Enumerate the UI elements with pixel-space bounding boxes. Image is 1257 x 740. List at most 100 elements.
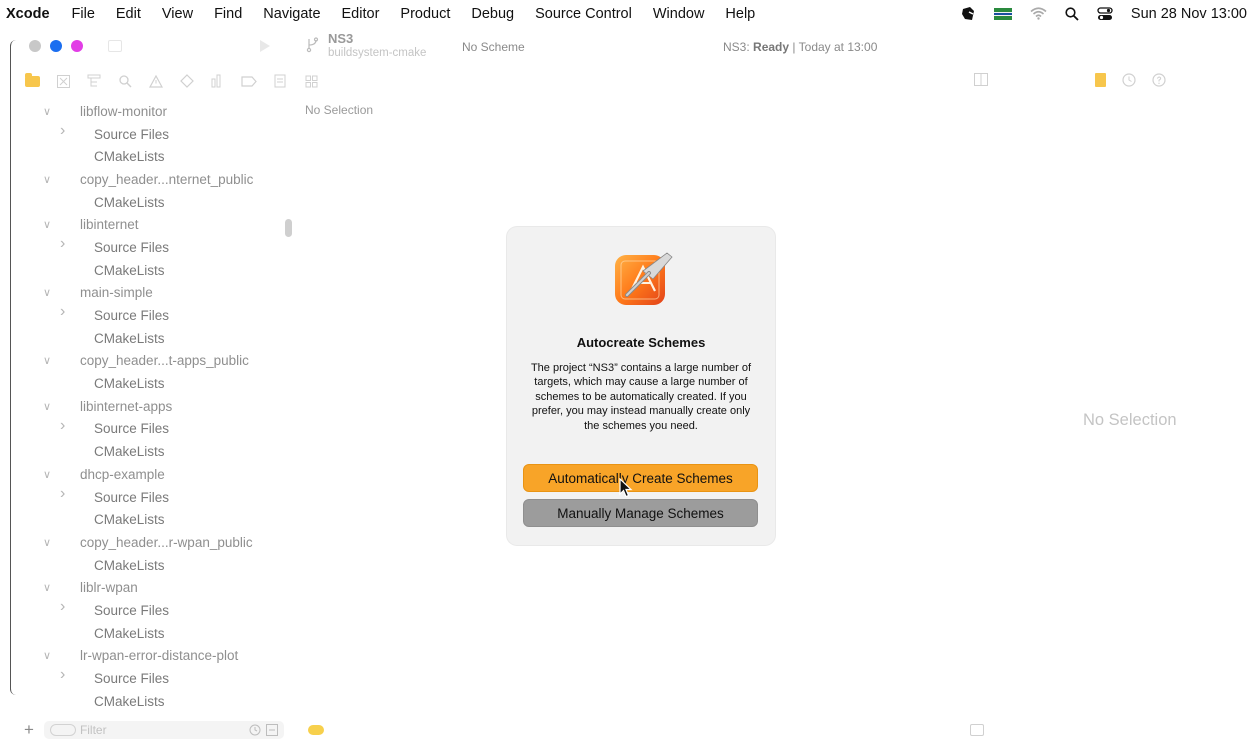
status-menus: Sun 28 Nov 13:00 bbox=[960, 0, 1247, 27]
tree-item-row[interactable]: CMakeLists bbox=[24, 327, 294, 350]
chevron-down-icon[interactable]: ∨ bbox=[43, 286, 51, 299]
issues-indicator[interactable] bbox=[308, 725, 324, 735]
menu-app-name[interactable]: Xcode bbox=[6, 6, 50, 22]
tree-item-row[interactable]: › Source Files bbox=[24, 666, 294, 690]
manually-manage-schemes-button[interactable]: Manually Manage Schemes bbox=[523, 499, 758, 527]
tree-group-row[interactable]: ∨ dhcp-example bbox=[24, 463, 294, 486]
debug-navigator-tab[interactable] bbox=[210, 73, 226, 89]
chevron-right-icon[interactable]: › bbox=[60, 235, 65, 253]
add-file-button[interactable]: + bbox=[24, 720, 34, 740]
tree-item-row[interactable]: CMakeLists bbox=[24, 622, 294, 645]
tree-item-row[interactable]: CMakeLists bbox=[24, 191, 294, 214]
tree-item-row[interactable]: CMakeLists bbox=[24, 372, 294, 395]
chevron-right-icon[interactable]: › bbox=[60, 122, 65, 140]
menu-edit[interactable]: Edit bbox=[116, 6, 141, 22]
menu-find[interactable]: Find bbox=[214, 6, 242, 22]
menu-file[interactable]: File bbox=[72, 6, 95, 22]
chevron-down-icon[interactable]: ∨ bbox=[43, 468, 51, 481]
tree-item-label: CMakeLists bbox=[94, 557, 165, 573]
chevron-down-icon[interactable]: ∨ bbox=[43, 536, 51, 549]
tree-group-row[interactable]: ∨ liblr-wpan bbox=[24, 576, 294, 599]
chevron-down-icon[interactable]: ∨ bbox=[43, 218, 51, 231]
menu-debug[interactable]: Debug bbox=[471, 6, 514, 22]
project-navigator-tree: ∨ libflow-monitor › Source Files CMakeLists ∨… bbox=[24, 100, 294, 713]
tree-item-row[interactable]: CMakeLists bbox=[24, 440, 294, 463]
issue-navigator-tab[interactable] bbox=[148, 73, 164, 89]
chevron-down-icon[interactable]: ∨ bbox=[43, 649, 51, 662]
flag-icon[interactable] bbox=[993, 7, 1012, 21]
recent-files-icon[interactable] bbox=[249, 724, 261, 736]
menu-navigate[interactable]: Navigate bbox=[263, 6, 320, 22]
tree-item-row[interactable]: › Source Files bbox=[24, 303, 294, 327]
tree-item-row[interactable]: › Source Files bbox=[24, 122, 294, 146]
chevron-right-icon[interactable]: › bbox=[60, 417, 65, 435]
navigator-scrollbar[interactable] bbox=[285, 219, 292, 237]
chevron-right-icon[interactable]: › bbox=[60, 485, 65, 503]
automatically-create-schemes-button[interactable]: Automatically Create Schemes bbox=[523, 464, 758, 492]
tree-item-row[interactable]: CMakeLists bbox=[24, 554, 294, 577]
zoom-window-button[interactable] bbox=[71, 40, 83, 52]
wifi-icon[interactable] bbox=[1030, 7, 1047, 20]
menu-editor[interactable]: Editor bbox=[342, 6, 380, 22]
test-navigator-tab[interactable] bbox=[179, 73, 195, 89]
tree-group-row[interactable]: ∨ libflow-monitor bbox=[24, 100, 294, 123]
add-editor-icon[interactable] bbox=[974, 73, 988, 86]
chevron-down-icon[interactable]: ∨ bbox=[43, 354, 51, 367]
tree-item-label: Source Files bbox=[94, 671, 170, 687]
sidebar-toggle-icon[interactable] bbox=[108, 40, 122, 52]
control-center-icon[interactable] bbox=[1097, 6, 1113, 21]
find-navigator-tab[interactable] bbox=[117, 73, 133, 89]
menu-view[interactable]: View bbox=[162, 6, 193, 22]
source-control-navigator-tab[interactable] bbox=[55, 73, 71, 89]
chevron-down-icon[interactable]: ∨ bbox=[43, 581, 51, 594]
project-navigator-tab[interactable] bbox=[24, 72, 40, 89]
app-status-icon[interactable] bbox=[960, 6, 976, 22]
help-icon[interactable] bbox=[1152, 73, 1166, 87]
chevron-right-icon[interactable]: › bbox=[60, 598, 65, 616]
project-indicator[interactable]: NS3 buildsystem-cmake bbox=[306, 32, 426, 60]
minimize-window-button[interactable] bbox=[50, 40, 62, 52]
chevron-down-icon[interactable]: ∨ bbox=[43, 105, 51, 118]
project-name: NS3 bbox=[328, 31, 354, 46]
filter-field[interactable]: Filter bbox=[43, 721, 284, 739]
spotlight-search-icon[interactable] bbox=[1065, 6, 1079, 21]
tree-group-row[interactable]: ∨ copy_header...nternet_public bbox=[24, 168, 294, 191]
menu-product[interactable]: Product bbox=[400, 6, 450, 22]
source-control-filter-icon[interactable] bbox=[265, 724, 278, 736]
menu-source-control[interactable]: Source Control bbox=[535, 6, 632, 22]
chevron-right-icon[interactable]: › bbox=[60, 303, 65, 321]
tree-group-row[interactable]: ∨ copy_header...t-apps_public bbox=[24, 350, 294, 373]
folder-icon bbox=[24, 72, 40, 87]
tree-item-row[interactable]: › Source Files bbox=[24, 485, 294, 509]
tree-item-row[interactable]: › Source Files bbox=[24, 235, 294, 259]
tree-item-row[interactable]: CMakeLists bbox=[24, 259, 294, 282]
chevron-down-icon[interactable]: ∨ bbox=[43, 400, 51, 413]
run-icon[interactable] bbox=[260, 40, 270, 52]
close-window-button[interactable] bbox=[29, 40, 41, 52]
chevron-down-icon[interactable]: ∨ bbox=[43, 173, 51, 186]
tree-item-row[interactable]: CMakeLists bbox=[24, 145, 294, 168]
menu-window[interactable]: Window bbox=[653, 6, 705, 22]
file-inspector-icon[interactable] bbox=[1095, 73, 1106, 87]
menu-help[interactable]: Help bbox=[725, 6, 755, 22]
tree-item-row[interactable]: CMakeLists bbox=[24, 690, 294, 713]
symbol-navigator-tab[interactable] bbox=[86, 73, 102, 89]
scheme-selector[interactable]: No Scheme bbox=[462, 40, 525, 54]
tree-item-row[interactable]: › Source Files bbox=[24, 598, 294, 622]
tree-group-row[interactable]: ∨ copy_header...r-wpan_public bbox=[24, 531, 294, 554]
tree-group-row[interactable]: ∨ libinternet-apps bbox=[24, 395, 294, 418]
tree-item-row[interactable]: CMakeLists bbox=[24, 508, 294, 531]
debug-area-toggle-icon[interactable] bbox=[970, 724, 984, 736]
chevron-right-icon[interactable]: › bbox=[60, 666, 65, 684]
history-icon[interactable] bbox=[1122, 73, 1136, 87]
report-navigator-tab[interactable] bbox=[272, 73, 288, 89]
branch-icon bbox=[306, 37, 319, 53]
breakpoint-navigator-tab[interactable] bbox=[241, 73, 257, 89]
tree-item-row[interactable]: › Source Files bbox=[24, 417, 294, 441]
filter-options-icon[interactable] bbox=[49, 724, 76, 736]
tree-group-row[interactable]: ∨ main-simple bbox=[24, 282, 294, 305]
menu-clock[interactable]: Sun 28 Nov 13:00 bbox=[1131, 6, 1247, 22]
library-tab[interactable] bbox=[303, 73, 319, 89]
tree-group-row[interactable]: ∨ libinternet bbox=[24, 213, 294, 236]
tree-group-row[interactable]: ∨ lr-wpan-error-distance-plot bbox=[24, 645, 294, 668]
